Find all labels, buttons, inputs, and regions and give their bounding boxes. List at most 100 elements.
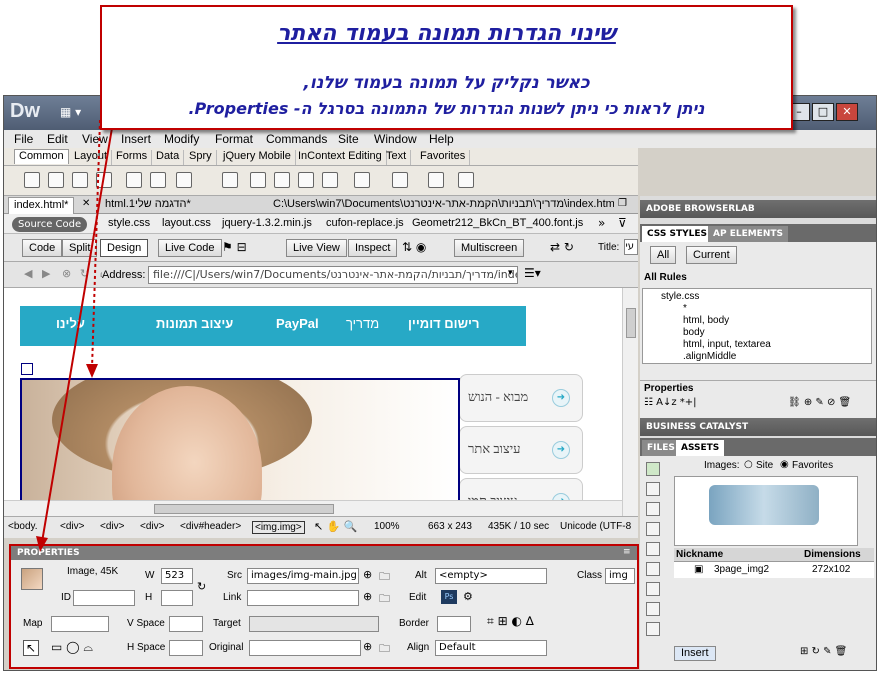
- menu-window[interactable]: Window: [374, 132, 417, 146]
- restore-doc-icon[interactable]: ❐: [618, 198, 627, 209]
- photoshop-icon[interactable]: Ps: [441, 590, 457, 604]
- menu-view[interactable]: View: [82, 132, 108, 146]
- live-tools-icon[interactable]: ⚑ ⊟: [222, 240, 247, 254]
- tag-body[interactable]: <body.: [8, 521, 38, 532]
- table-icon[interactable]: [126, 172, 142, 188]
- inspect-button[interactable]: Inspect: [348, 239, 398, 257]
- address-field[interactable]: file:///C|/Users/win7/Documents/מדריך/תב…: [148, 266, 518, 284]
- tab-incontext-editing[interactable]: InContext Editing: [294, 150, 387, 165]
- maximize-button[interactable]: □: [812, 103, 834, 121]
- library-category-icon[interactable]: [646, 622, 660, 636]
- named-anchor-icon[interactable]: [72, 172, 88, 188]
- map-field[interactable]: [51, 616, 109, 632]
- panel-menu-icon[interactable]: ≡: [623, 547, 631, 557]
- email-link-icon[interactable]: [48, 172, 64, 188]
- align-select[interactable]: Default: [435, 640, 547, 656]
- menu-file[interactable]: File: [14, 132, 33, 146]
- hspace-field[interactable]: [169, 640, 203, 656]
- back-icon[interactable]: ◀: [24, 267, 32, 280]
- colors-category-icon[interactable]: [646, 482, 660, 496]
- templates-category-icon[interactable]: [646, 602, 660, 616]
- close-button[interactable]: ✕: [836, 103, 858, 121]
- server-side-include-icon[interactable]: [274, 172, 290, 188]
- dimensions-column[interactable]: Dimensions: [804, 549, 861, 560]
- design-view-button[interactable]: Design: [100, 239, 149, 257]
- menu-help[interactable]: Help: [429, 132, 454, 146]
- alt-field[interactable]: <empty>: [435, 568, 547, 584]
- address-dropdown-icon[interactable]: ▾: [508, 268, 513, 278]
- css-action-icons[interactable]: ⛓ ⊕ ✎ ⊘ 🗑: [788, 397, 851, 408]
- stop-icon[interactable]: ⊗: [62, 267, 71, 280]
- side-menu-item[interactable]: עיצוב אתר ➜: [459, 426, 583, 474]
- menu-format[interactable]: Format: [215, 132, 253, 146]
- preview-icon[interactable]: ⇅ ◉: [402, 240, 426, 254]
- nav-item-guide[interactable]: מדריך: [346, 316, 379, 331]
- favorites-radio-icon[interactable]: ◉: [780, 459, 789, 470]
- horizontal-scrollbar[interactable]: [4, 500, 622, 516]
- refresh-icon[interactable]: ⇄ ↻: [550, 240, 574, 254]
- edit-settings-icon[interactable]: ⚙: [463, 590, 473, 603]
- widget-icon[interactable]: [458, 172, 474, 188]
- menu-insert[interactable]: Insert: [121, 132, 151, 146]
- menu-commands[interactable]: Commands: [266, 132, 327, 146]
- movies-category-icon[interactable]: [646, 562, 660, 576]
- images-category-icon[interactable]: [646, 462, 660, 476]
- original-field[interactable]: [249, 640, 361, 656]
- reset-size-icon[interactable]: ↻: [197, 580, 206, 593]
- insert-button[interactable]: Insert: [674, 646, 716, 661]
- tab-data[interactable]: Data: [152, 150, 185, 165]
- src-field[interactable]: images/img-main.jpg: [247, 568, 359, 584]
- code-view-button[interactable]: Code: [22, 239, 63, 257]
- tag-img[interactable]: <img.img>: [252, 521, 305, 534]
- point-to-file-icon[interactable]: ⊕: [363, 640, 372, 653]
- tag-div[interactable]: <div>: [100, 521, 124, 532]
- doc-tab-index[interactable]: index.html*: [8, 197, 75, 214]
- zoom-level[interactable]: 100%: [374, 521, 400, 532]
- id-field[interactable]: [73, 590, 135, 606]
- head-icon[interactable]: [322, 172, 338, 188]
- title-field[interactable]: עי: [624, 239, 638, 255]
- hotspot-tools-icon[interactable]: ▭ ◯ ⌓: [51, 640, 93, 655]
- layout-switcher-icon[interactable]: ▦ ▾: [60, 105, 90, 121]
- side-menu-item[interactable]: מבוא - הנוש ➜: [459, 374, 583, 422]
- tree-item[interactable]: .alignMiddle: [683, 351, 736, 362]
- tab-jquery-mobile[interactable]: jQuery Mobile: [219, 150, 296, 165]
- urls-category-icon[interactable]: [646, 502, 660, 516]
- related-file-cufon[interactable]: cufon-replace.js: [326, 217, 404, 229]
- css-view-icons[interactable]: ☷ A↓z *+|: [644, 397, 697, 408]
- browse-options-icon[interactable]: ☰▾: [524, 266, 541, 280]
- script-icon[interactable]: [354, 172, 370, 188]
- window-size[interactable]: 663 x 243: [428, 521, 472, 532]
- reload-icon[interactable]: ↻: [80, 267, 89, 280]
- target-select[interactable]: [249, 616, 379, 632]
- nav-item-domain[interactable]: רישום דומיין: [408, 316, 479, 331]
- tag-div[interactable]: <div>: [140, 521, 164, 532]
- tag-div[interactable]: <div>: [60, 521, 84, 532]
- selected-main-image[interactable]: [20, 378, 460, 510]
- menu-site[interactable]: Site: [338, 132, 359, 146]
- scroll-thumb[interactable]: [626, 308, 636, 338]
- tree-item[interactable]: body: [683, 327, 705, 338]
- point-to-file-icon[interactable]: ⊕: [363, 568, 372, 581]
- point-to-file-icon[interactable]: ⊕: [363, 590, 372, 603]
- templates-icon[interactable]: [392, 172, 408, 188]
- browse-folder-icon[interactable]: 🗀: [379, 640, 390, 659]
- related-file-jquery[interactable]: jquery-1.3.2.min.js: [222, 217, 312, 229]
- scripts-category-icon[interactable]: [646, 582, 660, 596]
- image-icon[interactable]: [176, 172, 192, 188]
- scroll-thumb[interactable]: [154, 504, 334, 514]
- height-field[interactable]: [161, 590, 193, 606]
- related-file-font[interactable]: Geometr212_BkCn_BT_400.font.js: [412, 217, 584, 229]
- nickname-column[interactable]: Nickname: [676, 549, 723, 560]
- tab-assets[interactable]: ASSETS: [676, 440, 725, 456]
- tree-root-style-css[interactable]: style.css: [661, 291, 699, 302]
- tab-layout[interactable]: Layout: [70, 150, 113, 165]
- related-file-style[interactable]: style.css: [108, 217, 150, 229]
- flash-category-icon[interactable]: [646, 522, 660, 536]
- class-select[interactable]: img: [605, 568, 635, 584]
- div-icon[interactable]: [150, 172, 166, 188]
- hyperlink-icon[interactable]: [24, 172, 40, 188]
- tree-item[interactable]: *: [683, 303, 687, 314]
- all-rules-button[interactable]: All: [650, 246, 677, 264]
- forward-icon[interactable]: ▶: [42, 267, 50, 280]
